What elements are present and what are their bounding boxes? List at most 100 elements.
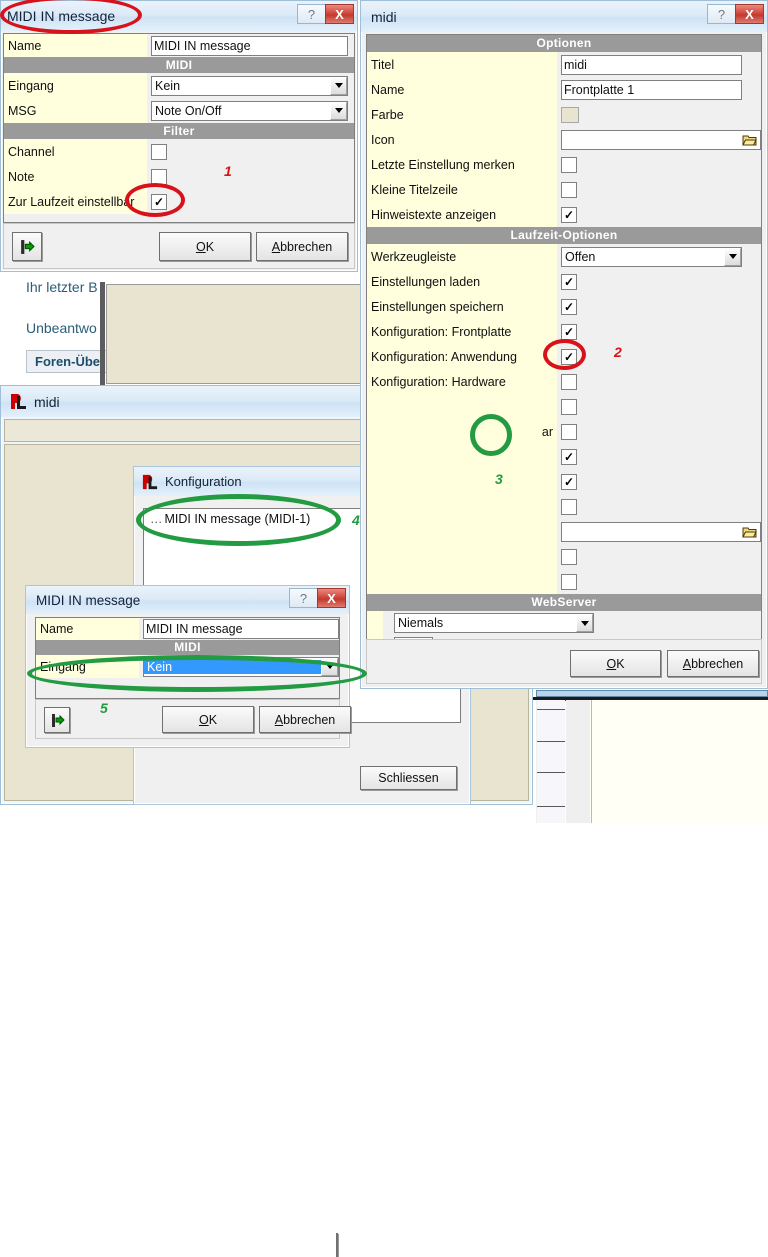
hidden-7-checkbox[interactable]	[561, 423, 577, 440]
kleine-titelzeile-checkbox[interactable]	[561, 181, 577, 198]
chevron-down-icon[interactable]	[321, 657, 338, 676]
hidden-10-checkbox[interactable]	[561, 498, 577, 515]
dialog-midi-in-bottom-titlebar[interactable]: MIDI IN message ? X	[26, 586, 349, 614]
pl-logo-icon	[11, 394, 26, 409]
einstellungen-speichern-checkbox[interactable]: ✓	[561, 298, 577, 315]
name-input[interactable]	[151, 35, 348, 56]
row-channel-label: Channel	[4, 139, 147, 164]
msg-combo-value: Note On/Off	[155, 103, 222, 118]
dialog-midi-in-top-titlebar[interactable]: MIDI IN message ? X	[1, 1, 357, 31]
browse-icon[interactable]	[740, 132, 759, 148]
name-input[interactable]	[561, 79, 742, 100]
row-webserver-mode: Niemals	[367, 611, 761, 635]
bg-text-line-1: Unbeantwo	[26, 320, 97, 336]
dialog-midi-in-bottom-grid: Name MIDI Eingang Kein	[35, 617, 340, 699]
export-button[interactable]	[44, 707, 70, 733]
eingang-combo[interactable]: Kein	[143, 656, 339, 677]
dialog-options-footer: OK Abbrechen	[366, 639, 762, 684]
titel-input[interactable]	[561, 54, 742, 75]
cancel-button-label: Abbrechen	[271, 239, 333, 254]
row-hidden-8: ✓	[367, 444, 761, 469]
chevron-down-icon[interactable]	[724, 247, 741, 266]
ok-button[interactable]: OK	[570, 650, 661, 677]
cancel-button[interactable]: Abbrechen	[259, 706, 351, 733]
row-kleine-titelzeile-label: Kleine Titelzeile	[367, 177, 557, 202]
row-eingang: Eingang Kein	[4, 73, 354, 98]
row-hidden-12	[367, 544, 761, 569]
letzte-einstellung-merken-checkbox[interactable]	[561, 156, 577, 173]
dialog-midi-in-top-sysbuttons[interactable]: ? X	[297, 4, 354, 24]
close-icon[interactable]: X	[325, 4, 354, 24]
row-name-label: Name	[36, 618, 139, 640]
chevron-down-icon[interactable]	[330, 101, 347, 120]
row-name: Name	[36, 618, 339, 640]
row-hidden-6	[367, 394, 761, 419]
hidden-12-checkbox[interactable]	[561, 548, 577, 565]
ok-button[interactable]: OK	[159, 232, 251, 261]
pl-logo-icon	[142, 474, 158, 489]
hidden-13-checkbox[interactable]	[561, 573, 577, 590]
row-konfiguration-hardware: Konfiguration: Hardware	[367, 369, 761, 394]
row-hidden-11	[367, 519, 761, 544]
hidden-8-checkbox[interactable]: ✓	[561, 448, 577, 465]
hidden-6-checkbox[interactable]	[561, 398, 577, 415]
chevron-down-icon[interactable]	[576, 614, 593, 632]
section-laufzeit-optionen: Laufzeit-Optionen	[367, 227, 761, 244]
row-werkzeugleiste: Werkzeugleiste Offen	[367, 244, 761, 269]
browse-icon[interactable]	[740, 524, 759, 540]
werkzeugleiste-combo[interactable]: Offen	[561, 246, 742, 267]
msg-combo[interactable]: Note On/Off	[151, 100, 348, 121]
dialog-midi-in-bottom-sysbuttons[interactable]: ? X	[289, 588, 346, 608]
einstellungen-laden-checkbox[interactable]: ✓	[561, 273, 577, 290]
ok-button[interactable]: OK	[162, 706, 254, 733]
close-icon[interactable]: X	[735, 4, 764, 24]
hinweistexte-anzeigen-checkbox[interactable]: ✓	[561, 206, 577, 223]
section-filter: Filter	[4, 123, 354, 139]
row-hidden-13	[367, 569, 761, 594]
bg-content-panel	[106, 284, 368, 384]
konfiguration-frontplatte-checkbox[interactable]: ✓	[561, 323, 577, 340]
export-icon	[21, 239, 35, 254]
note-checkbox[interactable]	[151, 168, 167, 185]
ok-button-label: OK	[195, 239, 215, 254]
export-button[interactable]	[12, 232, 42, 261]
zur-laufzeit-einstellbar-checkbox[interactable]: ✓	[151, 193, 167, 210]
chevron-down-icon[interactable]	[330, 76, 347, 95]
hidden-9-checkbox[interactable]: ✓	[561, 473, 577, 490]
webserver-mode-combo[interactable]: Niemals	[394, 613, 594, 633]
dialog-options-sysbuttons[interactable]: ? X	[707, 4, 764, 24]
bg-table-row	[537, 806, 565, 807]
bg-text-line-0: Ihr letzter B	[26, 279, 98, 295]
bg-divider	[100, 282, 105, 386]
dialog-options-titlebar[interactable]: midi ? X	[361, 1, 767, 32]
help-icon[interactable]: ?	[297, 4, 326, 24]
row-hidden-11-label	[367, 519, 557, 544]
row-konfiguration-hardware-label: Konfiguration: Hardware	[367, 369, 557, 394]
help-icon[interactable]: ?	[707, 4, 736, 24]
bg-forum-overview-button[interactable]: Foren-Übe	[26, 350, 109, 373]
row-name-label: Name	[367, 77, 557, 102]
dialog-midi-in-bottom: MIDI IN message ? X Name MIDI Eingang Ke…	[25, 585, 351, 748]
channel-checkbox[interactable]	[151, 143, 167, 160]
cancel-button[interactable]: Abbrechen	[667, 650, 759, 677]
eingang-combo[interactable]: Kein	[151, 75, 348, 96]
name-input[interactable]	[143, 619, 339, 639]
row-msg: MSG Note On/Off	[4, 98, 354, 123]
farbe-color-swatch[interactable]	[561, 106, 579, 123]
help-icon[interactable]: ?	[289, 588, 318, 608]
row-hidden-7: ar	[367, 419, 761, 444]
konfiguration-hardware-checkbox[interactable]	[561, 373, 577, 390]
schliessen-button[interactable]: Schliessen	[360, 766, 457, 790]
tree-connector-icon: …	[150, 512, 162, 526]
schliessen-button-label: Schliessen	[378, 771, 439, 785]
dialog-konfiguration-title: Konfiguration	[165, 474, 242, 489]
close-icon[interactable]: X	[317, 588, 346, 608]
cancel-button[interactable]: Abbrechen	[256, 232, 348, 261]
bg-scrollbar[interactable]	[536, 690, 768, 697]
bg-table-row	[537, 709, 565, 710]
dialog-midi-in-bottom-title: MIDI IN message	[36, 592, 141, 608]
row-farbe: Farbe	[367, 102, 761, 127]
schliessen-button[interactable]	[336, 1233, 338, 1257]
konfiguration-anwendung-checkbox[interactable]: ✓	[561, 348, 577, 365]
section-webserver: WebServer	[367, 594, 761, 611]
